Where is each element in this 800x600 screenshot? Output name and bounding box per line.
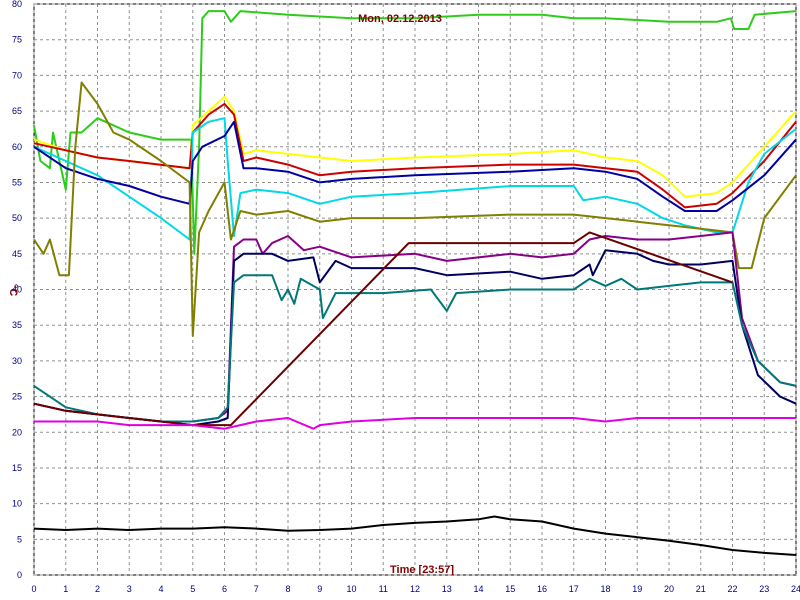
x-tick-label: 20 (664, 584, 674, 594)
y-tick-label: 50 (12, 213, 22, 223)
x-tick-label: 23 (759, 584, 769, 594)
y-tick-label: 0 (17, 570, 22, 580)
x-tick-label: 10 (346, 584, 356, 594)
y-tick-label: 45 (12, 249, 22, 259)
y-tick-label: 30 (12, 356, 22, 366)
y-tick-label: 80 (12, 0, 22, 9)
y-tick-label: 5 (17, 534, 22, 544)
x-tick-label: 18 (600, 584, 610, 594)
x-tick-label: 11 (379, 584, 388, 594)
x-tick-label: 12 (410, 584, 420, 594)
x-tick-label: 13 (442, 584, 452, 594)
y-tick-label: 25 (12, 392, 22, 402)
y-tick-label: 65 (12, 106, 22, 116)
y-tick-label: 10 (12, 499, 22, 509)
x-tick-label: 15 (505, 584, 515, 594)
y-tick-label: 35 (12, 320, 22, 330)
temperature-chart: 0 1 2 3 4 5 6 7 8 9 10 11 12 13 14 15 16 17 18 19 20 21 22 23 24… (7, 0, 800, 594)
y-tick-label: 20 (12, 427, 22, 437)
y-tick-label: 60 (12, 142, 22, 152)
chart-stage: 0 1 2 3 4 5 6 7 8 9 10 11 12 13 14 15 16 17 18 19 20 21 22 23 24… (0, 0, 800, 600)
y-tick-label: 15 (12, 463, 22, 473)
x-tick-label: 16 (537, 584, 547, 594)
x-tick-label: 22 (727, 584, 737, 594)
x-tick-label: 7 (254, 584, 259, 594)
x-tick-label: 1 (63, 584, 68, 594)
x-tick-label: 24 (791, 584, 800, 594)
x-axis-label: Time [23:57] (390, 564, 454, 576)
x-tick-label: 17 (569, 584, 579, 594)
x-tick-labels: 0 1 2 3 4 5 6 7 8 9 10 11 12 13 14 15 16 17 18 19 20 21 22 23 24 (31, 584, 800, 594)
x-tick-label: 14 (473, 584, 483, 594)
y-axis-label: °C (7, 284, 19, 296)
chart-title: Mon, 02.12.2013 (358, 13, 442, 25)
x-tick-label: 4 (158, 584, 163, 594)
x-tick-label: 21 (696, 584, 706, 594)
y-tick-label: 55 (12, 177, 22, 187)
x-tick-label: 5 (190, 584, 195, 594)
y-tick-label: 75 (12, 35, 22, 45)
x-tick-label: 6 (222, 584, 227, 594)
x-tick-label: 19 (632, 584, 642, 594)
x-tick-label: 0 (31, 584, 36, 594)
x-tick-label: 2 (95, 584, 100, 594)
x-tick-label: 8 (285, 584, 290, 594)
x-tick-label: 9 (317, 584, 322, 594)
x-tick-label: 3 (127, 584, 132, 594)
y-tick-label: 70 (12, 70, 22, 80)
